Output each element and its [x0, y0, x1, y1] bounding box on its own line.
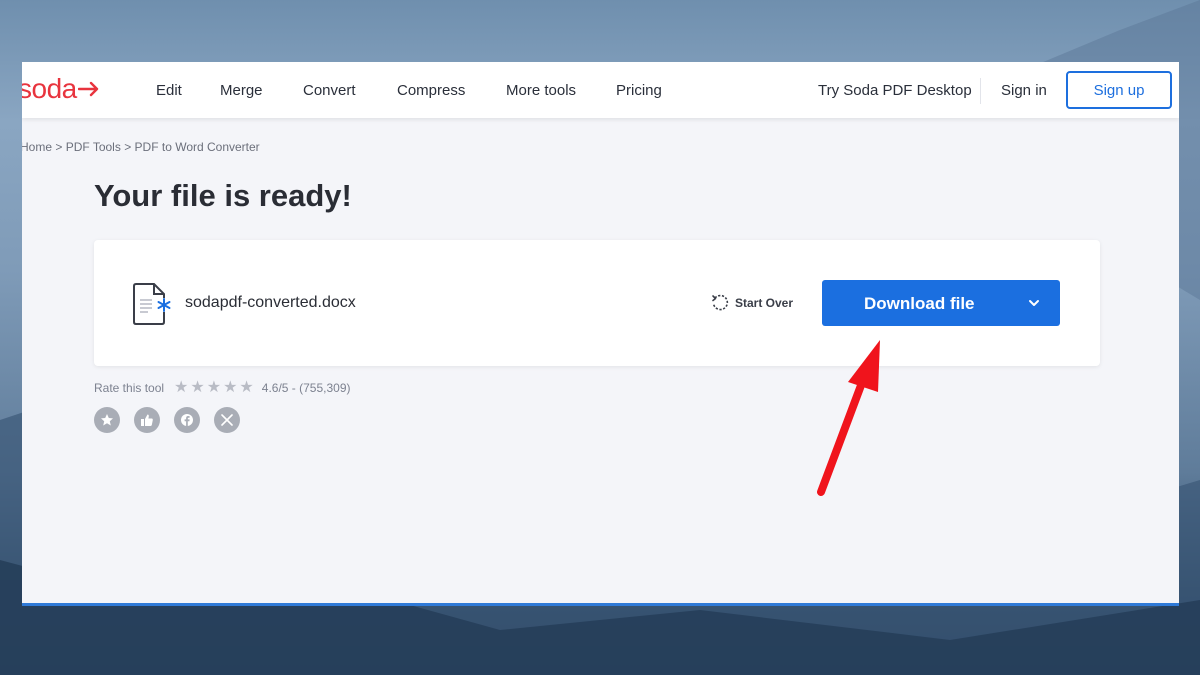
rate-tool-row: Rate this tool ★ ★ ★ ★ ★ 4.6/5 - (755,30… [94, 380, 351, 396]
star-icon [101, 414, 113, 426]
browser-window: soda Edit Merge Convert Compress More to… [22, 62, 1179, 606]
download-file-button[interactable]: Download file [822, 280, 1060, 326]
docx-file-icon [133, 283, 171, 325]
favorite-button[interactable] [94, 407, 120, 433]
nav-more-tools[interactable]: More tools [506, 82, 576, 99]
breadcrumb-separator: > [124, 140, 135, 154]
nav-pricing[interactable]: Pricing [616, 82, 662, 99]
breadcrumb-home[interactable]: Home [22, 140, 52, 154]
nav-divider [980, 78, 981, 104]
bottom-accent-line [22, 603, 1179, 606]
restart-icon [712, 294, 729, 311]
thumbs-up-icon [141, 414, 153, 426]
nav-edit[interactable]: Edit [156, 82, 182, 99]
breadcrumb-pdf-tools[interactable]: PDF Tools [66, 140, 121, 154]
nav-merge[interactable]: Merge [220, 82, 263, 99]
star-icon[interactable]: ★ [239, 380, 253, 396]
breadcrumb-current: PDF to Word Converter [134, 140, 260, 154]
social-buttons [94, 407, 240, 433]
download-label: Download file [864, 294, 975, 313]
sign-up-button[interactable]: Sign up [1066, 71, 1172, 109]
file-name: sodapdf-converted.docx [185, 294, 356, 311]
x-icon [221, 414, 233, 426]
sign-in-link[interactable]: Sign in [1001, 82, 1047, 99]
nav-convert[interactable]: Convert [303, 82, 356, 99]
facebook-icon [181, 414, 193, 426]
file-card: sodapdf-converted.docx Start Over Downlo… [94, 240, 1100, 366]
star-icon[interactable]: ★ [223, 380, 237, 396]
start-over-label: Start Over [735, 296, 794, 310]
top-navbar: soda Edit Merge Convert Compress More to… [22, 62, 1179, 118]
rating-stars[interactable]: ★ ★ ★ ★ ★ [174, 380, 254, 396]
like-button[interactable] [134, 407, 160, 433]
nav-compress[interactable]: Compress [397, 82, 465, 99]
star-icon[interactable]: ★ [207, 380, 221, 396]
facebook-share-button[interactable] [174, 407, 200, 433]
start-over-button[interactable]: Start Over [711, 294, 793, 312]
soda-logo[interactable]: soda [22, 73, 100, 104]
logo-text: soda [22, 73, 77, 104]
breadcrumb-separator: > [55, 140, 66, 154]
page-title: Your file is ready! [94, 178, 352, 213]
x-share-button[interactable] [214, 407, 240, 433]
arrow-right-icon [77, 81, 98, 97]
rate-label: Rate this tool [94, 381, 165, 395]
try-desktop-link[interactable]: Try Soda PDF Desktop [818, 82, 972, 99]
star-icon[interactable]: ★ [190, 380, 204, 396]
rating-score: 4.6/5 - (755,309) [261, 381, 351, 395]
chevron-down-icon[interactable] [1028, 297, 1040, 309]
breadcrumb: Home > PDF Tools > PDF to Word Converter [22, 140, 260, 154]
star-icon[interactable]: ★ [174, 380, 188, 396]
